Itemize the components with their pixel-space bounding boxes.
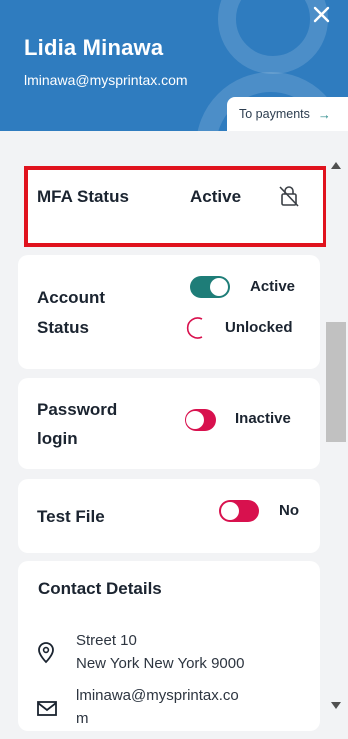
scroll-down-button[interactable] <box>326 698 346 712</box>
test-file-value: No <box>279 502 299 519</box>
account-active-label: Active <box>250 278 296 295</box>
account-status-card: Account Status Active Unlocked <box>18 255 320 369</box>
to-payments-button[interactable]: To payments → <box>227 97 348 131</box>
address-line1: Street 10 <box>76 632 137 649</box>
user-email: lminawa@mysprintax.com <box>24 72 188 88</box>
contact-details-title: Contact Details <box>38 579 162 598</box>
user-name: Lidia Minawa <box>24 35 164 60</box>
test-file-card: Test File No <box>18 479 320 553</box>
password-login-toggle[interactable] <box>185 409 216 431</box>
triangle-up-icon <box>331 161 341 169</box>
contact-email-line1: lminawa@mysprintax.co <box>76 687 239 704</box>
password-login-value: Inactive <box>235 410 291 427</box>
triangle-down-icon <box>331 701 341 709</box>
lock-off-icon[interactable] <box>278 184 300 208</box>
password-login-label-line2: login <box>37 429 78 448</box>
account-status-label-line2: Status <box>37 318 89 337</box>
close-button[interactable] <box>308 2 334 28</box>
test-file-label: Test File <box>37 507 105 526</box>
account-status-label-line1: Account <box>37 288 105 307</box>
account-lock-label: Unlocked <box>225 319 293 336</box>
address-line2: New York New York 9000 <box>76 655 245 672</box>
mail-icon <box>37 701 57 716</box>
scrollbar-thumb[interactable] <box>326 322 346 442</box>
mfa-status-value: Active <box>190 187 242 206</box>
unlock-toggle[interactable] <box>184 315 206 341</box>
password-login-card: Password login Inactive <box>18 378 320 469</box>
to-payments-label: To payments <box>239 107 310 121</box>
mfa-status-label: MFA Status <box>37 187 129 206</box>
account-active-toggle[interactable] <box>190 276 230 298</box>
password-login-label-line1: Password <box>37 400 118 419</box>
scroll-up-button[interactable] <box>326 158 346 172</box>
close-icon <box>313 6 330 23</box>
mfa-status-row: MFA Status Active <box>24 166 327 247</box>
contact-email-line2: m <box>76 710 89 727</box>
test-file-toggle[interactable] <box>219 500 259 522</box>
location-pin-icon <box>38 642 54 664</box>
contact-details-card: Contact Details Street 10 New York New Y… <box>18 561 320 731</box>
arrow-right-icon: → <box>317 106 331 122</box>
